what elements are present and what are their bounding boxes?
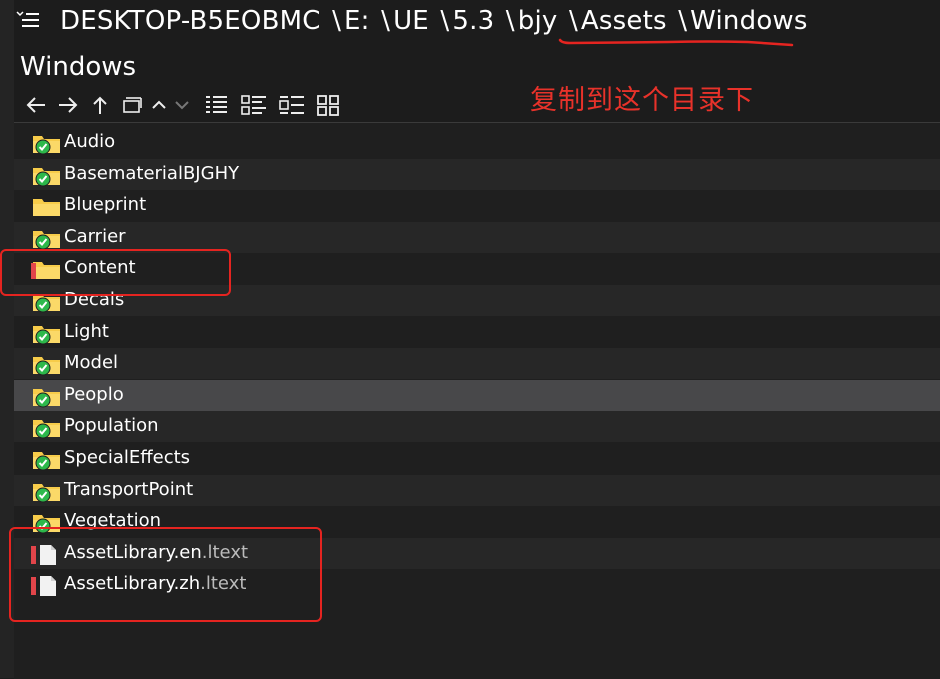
folder-row[interactable]: Light: [14, 317, 940, 348]
file-name: TransportPoint: [64, 479, 193, 500]
file-name: SpecialEffects: [64, 447, 190, 468]
file-name-base: Population: [64, 415, 159, 437]
file-name-base: Audio: [64, 131, 116, 152]
annotation-underline: [558, 38, 794, 47]
file-name-base: BasematerialBJGHY: [64, 162, 240, 184]
folder-icon: [30, 196, 62, 218]
folder-synced-icon: [30, 449, 62, 471]
file-name-base: SpecialEffects: [64, 447, 191, 468]
folder-synced-icon: [30, 481, 62, 503]
path-separator: \: [678, 6, 688, 36]
folder-synced-icon: [30, 354, 62, 376]
list-view-icon[interactable]: [238, 92, 270, 118]
path-segment-ue[interactable]: UE: [393, 6, 429, 36]
new-folder-icon[interactable]: [116, 92, 148, 118]
folder-row[interactable]: TransportPoint: [14, 474, 940, 506]
page-title: Windows: [20, 52, 137, 82]
file-name-base: Light: [64, 320, 109, 342]
path-segment-computer[interactable]: DESKTOP-B5EOBMC: [60, 6, 321, 36]
large-icons-view-icon[interactable]: [312, 92, 344, 118]
file-name: Blueprint: [64, 194, 146, 215]
folder-synced-icon: [30, 386, 62, 408]
folder-synced-icon: [30, 133, 62, 155]
collapse-icon[interactable]: [148, 92, 170, 118]
highlight-box-content: [0, 249, 231, 296]
folder-row[interactable]: Blueprint: [14, 190, 940, 221]
path-segment-version[interactable]: 5.3: [452, 6, 494, 36]
file-name: Carrier: [64, 226, 126, 247]
annotation-note: 复制到这个目录下: [530, 85, 754, 116]
tiles-view-icon[interactable]: [276, 92, 308, 118]
folder-row[interactable]: SpecialEffects: [14, 443, 940, 474]
file-name: Population: [64, 415, 159, 436]
folder-row[interactable]: Audio: [14, 127, 940, 158]
file-name-base: Peoplo: [64, 383, 124, 405]
up-arrow-icon[interactable]: [84, 92, 116, 118]
forward-arrow-icon[interactable]: [52, 92, 84, 118]
file-name: BasematerialBJGHY: [64, 163, 239, 184]
folder-synced-icon: [30, 417, 62, 439]
file-name: Audio: [64, 131, 115, 152]
menu-icon[interactable]: [14, 7, 44, 37]
folder-row[interactable]: Population: [14, 411, 940, 443]
folder-synced-icon: [30, 165, 62, 187]
folder-row[interactable]: Model: [14, 348, 940, 380]
back-arrow-icon[interactable]: [20, 92, 52, 118]
folder-row[interactable]: BasematerialBJGHY: [14, 158, 940, 190]
folder-synced-icon: [30, 323, 62, 345]
path-separator: \: [332, 6, 342, 36]
file-name-base: Model: [64, 352, 119, 374]
path-separator: \: [381, 6, 391, 36]
file-name-base: TransportPoint: [64, 478, 194, 500]
path-separator: \: [505, 6, 515, 36]
path-segment-windows[interactable]: Windows: [690, 6, 807, 36]
path-separator: \: [568, 6, 578, 36]
toolbar: [20, 92, 344, 118]
expand-icon[interactable]: [170, 92, 194, 118]
highlight-box-files: [9, 527, 322, 622]
folder-row[interactable]: Peoplo: [14, 379, 940, 411]
path-segment-assets[interactable]: Assets: [581, 6, 667, 36]
folder-synced-icon: [30, 228, 62, 250]
path-separator: \: [440, 6, 450, 36]
path-segment-drive[interactable]: E:: [344, 6, 370, 36]
file-name-base: Blueprint: [64, 194, 147, 216]
address-path[interactable]: DESKTOP-B5EOBMC \ E: \ UE \ 5.3 \ bjy \ Asset…: [60, 6, 808, 36]
file-name-base: Carrier: [64, 225, 126, 247]
file-name: Model: [64, 352, 118, 373]
details-view-icon[interactable]: [200, 92, 232, 118]
file-name: Light: [64, 321, 109, 342]
file-name: Peoplo: [64, 384, 124, 405]
path-segment-bjy[interactable]: bjy: [518, 6, 558, 36]
